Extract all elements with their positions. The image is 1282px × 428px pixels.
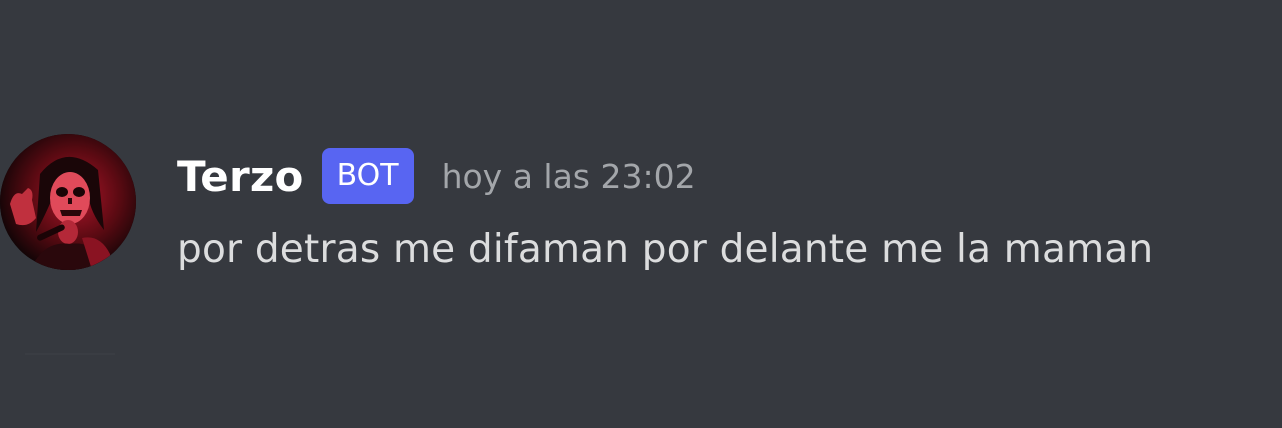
divider xyxy=(25,353,115,355)
username[interactable]: Terzo xyxy=(177,152,304,201)
message-header: Terzo BOT hoy a las 23:02 xyxy=(177,144,696,208)
bot-badge: BOT xyxy=(321,148,414,204)
message-content: por detras me difaman por delante me la … xyxy=(177,227,1154,272)
user-avatar[interactable] xyxy=(0,134,136,270)
chat-area: Terzo BOT hoy a las 23:02 por detras me … xyxy=(0,0,1282,428)
ghost-singer-avatar-icon xyxy=(0,134,136,270)
chat-message[interactable]: Terzo BOT hoy a las 23:02 por detras me … xyxy=(0,134,1282,284)
message-timestamp[interactable]: hoy a las 23:02 xyxy=(442,157,696,196)
